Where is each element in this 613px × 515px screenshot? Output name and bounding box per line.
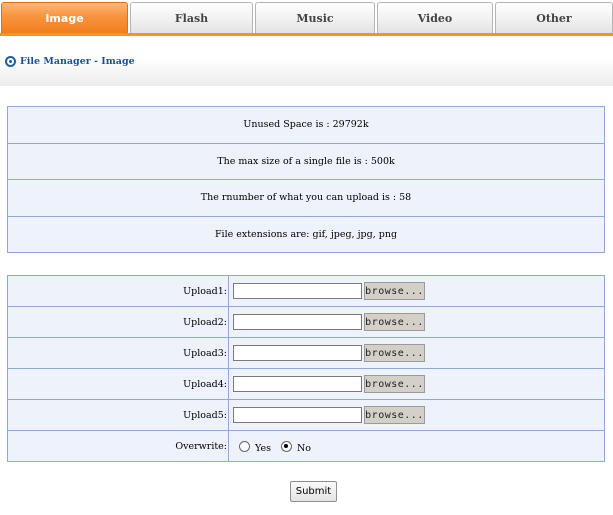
submit-button[interactable]: Submit xyxy=(290,481,337,502)
overwrite-row: Overwrite: Yes No xyxy=(8,431,604,461)
upload-row: Upload1: browse... xyxy=(8,276,604,307)
upload-row: Upload3: browse... xyxy=(8,338,604,369)
upload-row: Upload4: browse... xyxy=(8,369,604,400)
overwrite-yes-label: Yes xyxy=(255,442,271,454)
file-extensions-text: File extensions are: gif, jpeg, jpg, png xyxy=(214,228,398,240)
upload2-browse-button[interactable]: browse... xyxy=(364,313,425,331)
unused-space-text: Unused Space is : 29792k xyxy=(8,107,604,144)
bullet-circle-icon xyxy=(5,56,16,67)
max-file-size-text: The max size of a single file is : 500k xyxy=(8,144,604,180)
breadcrumb-label: File Manager - Image xyxy=(20,56,135,67)
overwrite-no-radio[interactable] xyxy=(280,440,292,452)
upload-form: Upload1: browse... Upload2: browse... Up… xyxy=(7,275,605,462)
upload3-label: Upload3: xyxy=(8,338,229,368)
tab-bar: Image Flash Music Video Other xyxy=(0,0,613,37)
upload1-browse-button[interactable]: browse... xyxy=(364,282,425,300)
space-info-table: Unused Space is : 29792k The max size of… xyxy=(7,106,605,253)
upload4-file-input[interactable] xyxy=(233,376,362,392)
breadcrumb: File Manager - Image xyxy=(5,56,135,67)
upload5-file-input[interactable] xyxy=(233,407,362,423)
upload4-browse-button[interactable]: browse... xyxy=(364,375,425,393)
tab-image[interactable]: Image xyxy=(1,2,128,33)
tab-flash[interactable]: Flash xyxy=(130,2,253,33)
upload2-label: Upload2: xyxy=(8,307,229,337)
upload-row: Upload2: browse... xyxy=(8,307,604,338)
upload-row: Upload5: browse... xyxy=(8,400,604,431)
tab-other[interactable]: Other xyxy=(495,2,613,33)
upload1-file-input[interactable] xyxy=(233,283,362,299)
upload5-label: Upload5: xyxy=(8,400,229,430)
overwrite-yes-option[interactable]: Yes xyxy=(239,440,271,454)
upload1-label: Upload1: xyxy=(8,276,229,306)
upload3-browse-button[interactable]: browse... xyxy=(364,344,425,362)
overwrite-yes-radio[interactable] xyxy=(239,440,250,452)
upload4-label: Upload4: xyxy=(8,369,229,399)
upload5-browse-button[interactable]: browse... xyxy=(364,406,425,424)
upload-count-text: The rnumber of what you can upload is : … xyxy=(8,180,604,217)
overwrite-no-label: No xyxy=(296,442,311,454)
tab-music[interactable]: Music xyxy=(255,2,375,33)
upload2-file-input[interactable] xyxy=(233,314,362,330)
overwrite-label: Overwrite: xyxy=(8,431,229,461)
upload3-file-input[interactable] xyxy=(233,345,362,361)
breadcrumb-bar: File Manager - Image xyxy=(0,36,613,86)
tab-video[interactable]: Video xyxy=(377,2,493,33)
overwrite-no-option[interactable]: No xyxy=(280,440,311,454)
